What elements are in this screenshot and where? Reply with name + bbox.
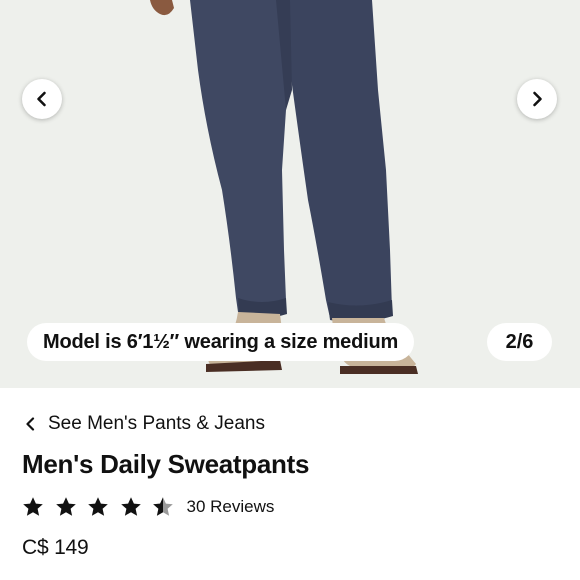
breadcrumb-link[interactable]: See Men's Pants & Jeans (24, 412, 265, 436)
chevron-left-icon (37, 91, 46, 107)
previous-image-button[interactable] (22, 79, 62, 119)
reviews-link[interactable]: 30 Reviews (187, 497, 275, 517)
star-full-icon (55, 496, 77, 518)
star-half-icon (152, 496, 174, 518)
star-full-icon (87, 496, 109, 518)
product-image-gallery[interactable]: Model is 6′1½″ wearing a size medium 2/6 (0, 0, 580, 388)
image-counter: 2/6 (487, 323, 552, 361)
chevron-right-icon (533, 91, 542, 107)
star-rating (22, 496, 185, 518)
chevron-left-icon (26, 417, 35, 431)
next-image-button[interactable] (517, 79, 557, 119)
star-full-icon (22, 496, 44, 518)
star-full-icon (120, 496, 142, 518)
product-rating[interactable]: 30 Reviews (22, 494, 274, 520)
product-title: Men's Daily Sweatpants (22, 449, 310, 479)
model-size-caption: Model is 6′1½″ wearing a size medium (27, 323, 415, 361)
product-price: C$ 149 (22, 536, 89, 559)
breadcrumb-label: See Men's Pants & Jeans (48, 413, 265, 434)
